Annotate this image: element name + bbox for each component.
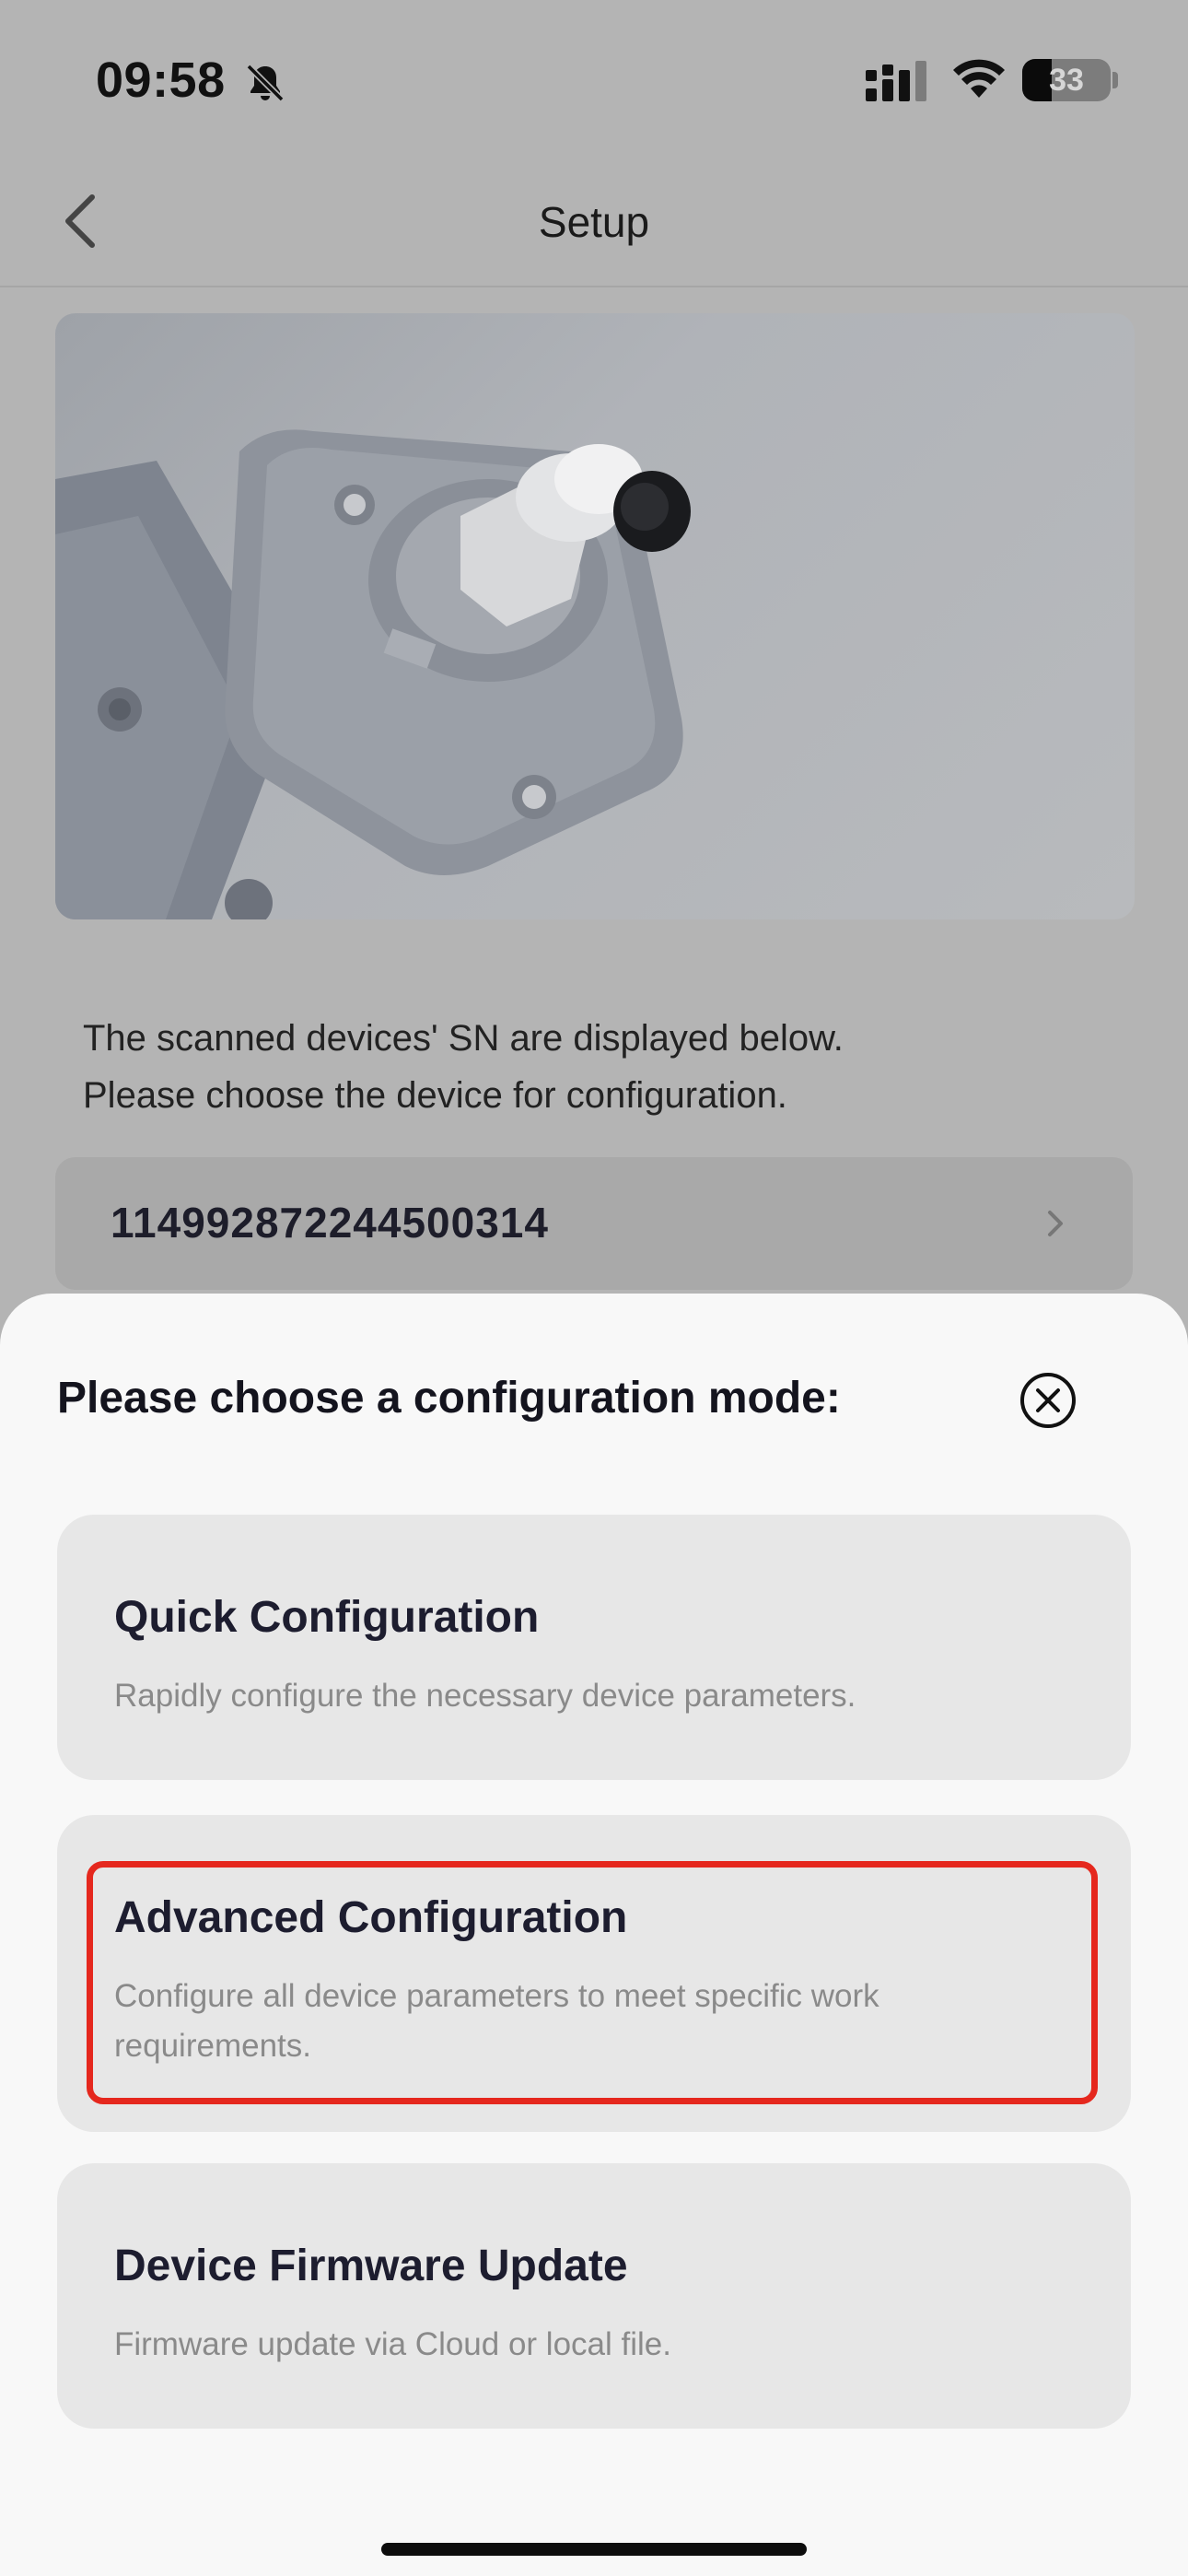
wifi-icon: [953, 59, 1005, 98]
battery-icon: 33: [1022, 59, 1111, 101]
option-title: Quick Configuration: [114, 1593, 540, 1642]
configuration-mode-sheet: Please choose a configuration mode: Quic…: [0, 1294, 1188, 2576]
nav-bar: Setup: [0, 157, 1188, 287]
option-title: Device Firmware Update: [114, 2242, 628, 2290]
sheet-title: Please choose a configuration mode:: [57, 1374, 841, 1423]
page-title: Setup: [538, 198, 650, 246]
device-firmware-update-option[interactable]: Device Firmware Update Firmware update v…: [57, 2163, 1131, 2429]
close-icon[interactable]: [1019, 1371, 1077, 1430]
option-description: Configure all device parameters to meet …: [114, 1978, 879, 2064]
home-indicator[interactable]: [381, 2543, 807, 2556]
instruction-line-2: Please choose the device for configurati…: [83, 1075, 787, 1116]
instruction-line-1: The scanned devices' SN are displayed be…: [83, 1018, 844, 1059]
silent-bell-icon: [246, 64, 285, 102]
device-sn-row[interactable]: 114992872244500314: [55, 1157, 1133, 1290]
option-description: Firmware update via Cloud or local file.: [114, 2326, 671, 2362]
advanced-configuration-option[interactable]: Advanced Configuration Configure all dev…: [57, 1815, 1131, 2132]
status-bar: 09:58 33: [0, 0, 1188, 157]
battery-cap: [1112, 72, 1118, 88]
instruction-text: The scanned devices' SN are displayed be…: [83, 1010, 1096, 1124]
device-sn: 114992872244500314: [111, 1199, 549, 1247]
chevron-right-icon: [1048, 1211, 1063, 1236]
status-time: 09:58: [96, 53, 226, 108]
battery-percentage: 33: [1049, 63, 1084, 98]
device-image: [55, 313, 1135, 919]
quick-configuration-option[interactable]: Quick Configuration Rapidly configure th…: [57, 1515, 1131, 1780]
cellular-signal-icon: [866, 61, 926, 101]
option-description: Rapidly configure the necessary device p…: [114, 1678, 856, 1714]
device-illustration: [55, 429, 691, 919]
option-title: Advanced Configuration: [114, 1893, 628, 1942]
